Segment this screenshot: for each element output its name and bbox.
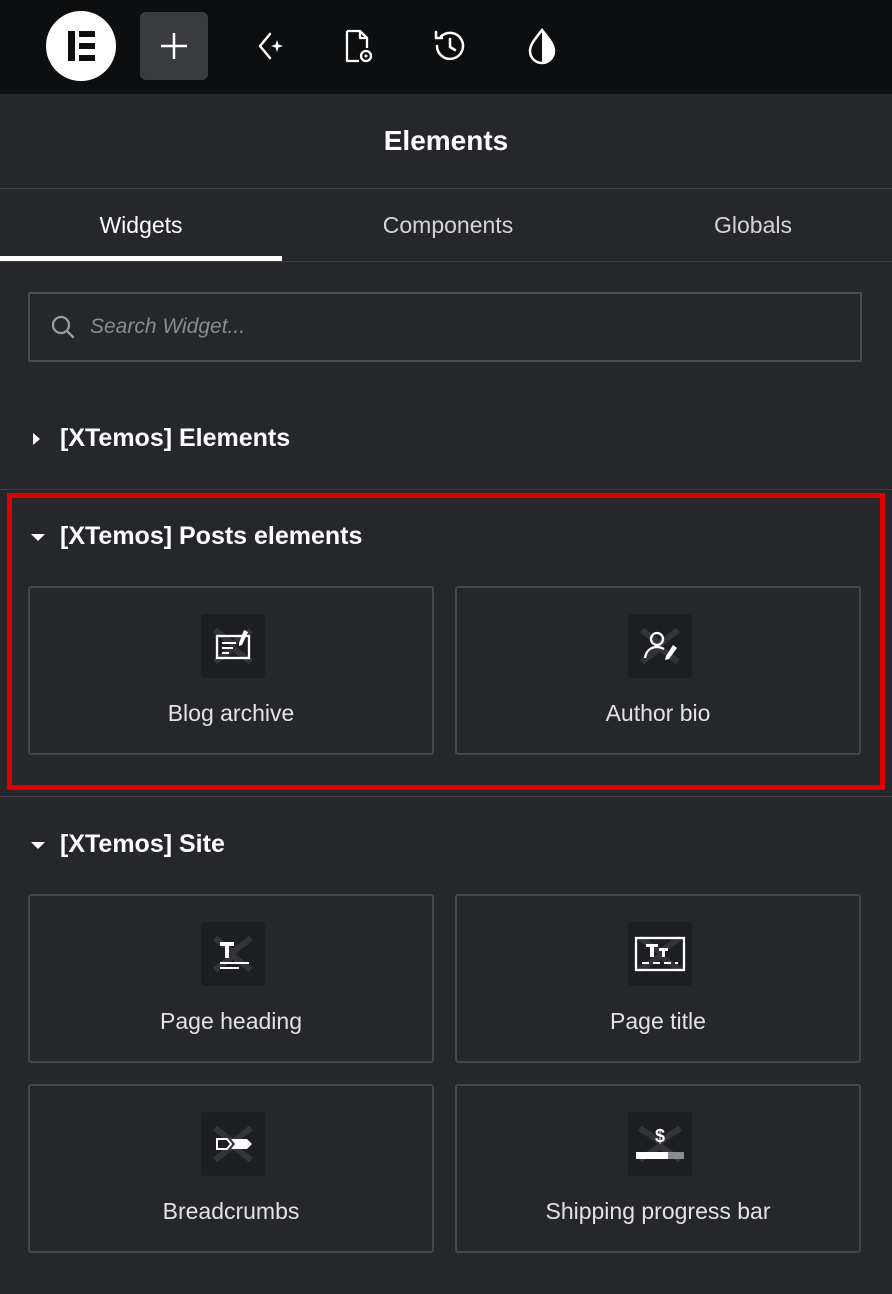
svg-text:$: $	[655, 1126, 665, 1146]
add-element-button[interactable]	[140, 12, 208, 80]
widget-label: Author bio	[605, 700, 711, 726]
panel-title: Elements	[383, 125, 509, 156]
section-xtemos-elements[interactable]: [XTemos] Elements	[30, 424, 290, 453]
plus-icon	[161, 33, 187, 59]
panel-tabs: Widgets Components Globals	[0, 189, 892, 262]
elementor-logo-icon[interactable]	[46, 11, 116, 81]
tab-globals[interactable]: Globals	[614, 189, 892, 262]
widget-page-title[interactable]: Page title	[455, 894, 861, 1063]
active-tab-indicator	[0, 256, 282, 261]
page-settings-icon	[345, 29, 373, 63]
panel-header: Elements	[0, 94, 892, 189]
section-divider	[0, 796, 892, 797]
sparkle-icon	[258, 32, 283, 60]
ai-assistant-button[interactable]	[232, 12, 300, 80]
page-settings-button[interactable]	[323, 12, 391, 80]
breadcrumbs-icon	[201, 1112, 265, 1176]
section-title-label: [XTemos] Elements	[60, 424, 291, 452]
page-title-icon	[628, 922, 692, 986]
section-title-label: [XTemos] Posts elements	[60, 522, 363, 550]
widget-shipping-progress-bar[interactable]: $ Shipping progress bar	[455, 1084, 861, 1253]
author-bio-icon	[628, 614, 692, 678]
site-settings-button[interactable]	[508, 12, 576, 80]
widget-label: Breadcrumbs	[162, 1198, 300, 1224]
widget-label: Page heading	[160, 1008, 302, 1034]
caret-down-icon	[30, 531, 54, 543]
search-box	[28, 292, 862, 362]
shipping-progress-bar-icon: $	[628, 1112, 692, 1176]
search-icon	[51, 315, 75, 339]
history-button[interactable]	[416, 12, 484, 80]
tab-widgets[interactable]: Widgets	[0, 189, 282, 262]
history-icon	[434, 30, 465, 61]
caret-down-icon	[30, 839, 54, 851]
droplet-icon	[528, 27, 556, 65]
caret-right-icon	[30, 431, 54, 447]
section-divider	[0, 489, 892, 490]
widget-breadcrumbs[interactable]: Breadcrumbs	[28, 1084, 434, 1253]
widget-author-bio[interactable]: Author bio	[455, 586, 861, 755]
widget-blog-archive[interactable]: Blog archive	[28, 586, 434, 755]
blog-archive-icon	[201, 614, 265, 678]
widget-label: Blog archive	[167, 700, 295, 726]
search-input[interactable]	[90, 315, 810, 339]
page-heading-icon	[201, 922, 265, 986]
section-xtemos-posts-elements[interactable]: [XTemos] Posts elements	[30, 522, 362, 551]
widget-page-heading[interactable]: Page heading	[28, 894, 434, 1063]
tab-components[interactable]: Components	[282, 189, 614, 262]
section-title-label: [XTemos] Site	[60, 830, 225, 858]
top-toolbar	[0, 0, 892, 94]
widget-label: Page title	[610, 1008, 706, 1034]
widget-label: Shipping progress bar	[545, 1198, 771, 1224]
section-xtemos-site[interactable]: [XTemos] Site	[30, 830, 225, 859]
